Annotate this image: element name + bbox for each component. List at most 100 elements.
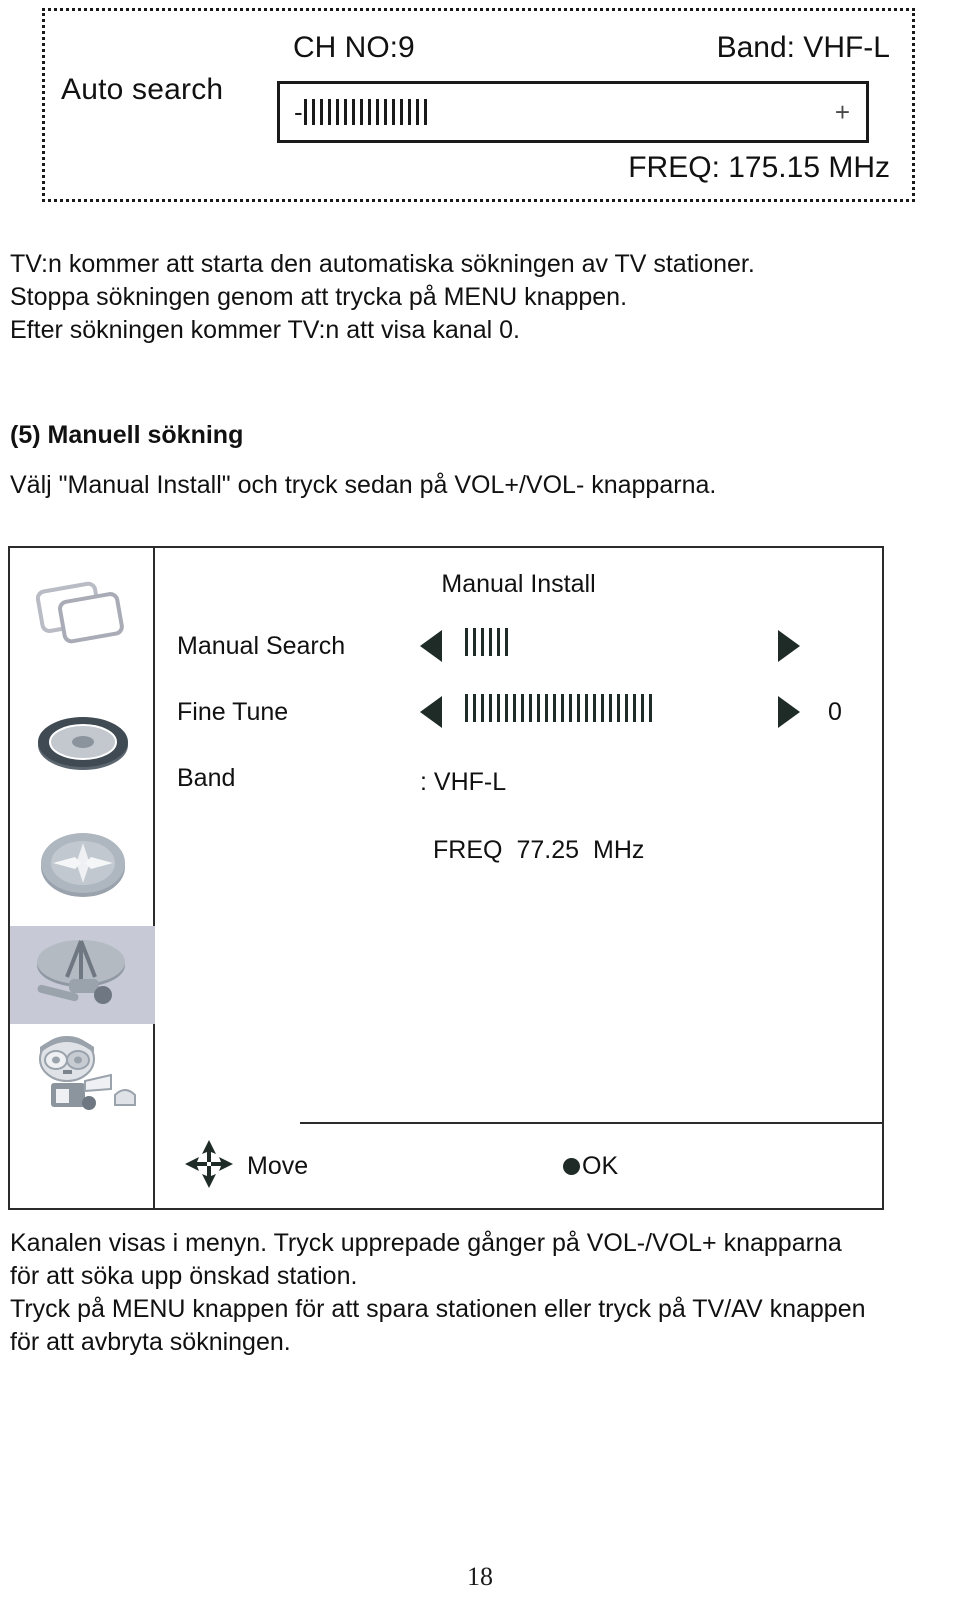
bar-segment [383, 99, 387, 125]
sidebar-item-picture[interactable] [10, 566, 155, 664]
page-number: 18 [467, 1562, 493, 1591]
bar-segment [649, 694, 652, 722]
osd-menu-panel: Manual Install Manual Search Fine Tune 0… [8, 546, 884, 1210]
band-text: Band: VHF-L [716, 31, 890, 64]
osd-row-label-band: Band [177, 764, 236, 792]
bar-segment [537, 694, 540, 722]
manual-search-intro: Välj "Manual Install" och tryck sedan på… [10, 471, 717, 499]
osd-move-label: Move [247, 1152, 309, 1180]
bar-segment [343, 99, 347, 125]
auto-search-osd-frame: Auto search CH NO:9 Band: VHF-L - + FREQ… [42, 8, 915, 202]
auto-search-progress-box: - + [277, 81, 869, 143]
bar-segment [407, 99, 411, 125]
bar-segment [481, 694, 484, 722]
bar-segment [497, 628, 500, 656]
bar-segment [399, 99, 403, 125]
osd-sidebar [10, 548, 155, 1208]
fine-tune-level-bars [465, 694, 657, 722]
move-arrows-icon [183, 1138, 235, 1190]
manual-search-increase-arrow-icon[interactable] [778, 630, 800, 662]
section-heading-manual-search: (5) Manuell sökning [10, 421, 244, 449]
auto-search-description: TV:n kommer att starta den automatiska s… [10, 248, 950, 347]
osd-frequency-unit: MHz [593, 836, 645, 864]
bar-segment [577, 694, 580, 722]
sound-disc-icon [35, 707, 131, 784]
bar-segment [513, 694, 516, 722]
minus-icon: - [294, 97, 303, 127]
manual-search-decrease-arrow-icon[interactable] [420, 630, 442, 662]
manual-search-description-line-3: Tryck på MENU knappen för att spara stat… [10, 1295, 866, 1323]
osd-ok-hint: OK [563, 1152, 618, 1181]
manual-search-description-line-4: för att avbryta sökningen. [10, 1328, 291, 1356]
bar-segment [553, 694, 556, 722]
bar-segment [633, 694, 636, 722]
auto-search-label: Auto search [61, 73, 224, 106]
bar-segment [367, 99, 371, 125]
compass-feature-icon [35, 823, 131, 908]
bar-segment [481, 628, 484, 656]
bar-segment [521, 694, 524, 722]
manual-search-description-line-2: för att söka upp önskad station. [10, 1262, 358, 1290]
sidebar-item-feature[interactable] [10, 816, 155, 914]
manual-search-description-line-1: Kanalen visas i menyn. Tryck upprepade g… [10, 1229, 842, 1257]
bar-segment [585, 694, 588, 722]
bar-segment [561, 694, 564, 722]
sidebar-item-sound[interactable] [10, 696, 155, 794]
bar-segment [423, 99, 427, 125]
bar-segment [505, 694, 508, 722]
auto-search-bar-segments [303, 99, 432, 125]
picture-icon [35, 577, 131, 654]
osd-ok-label: OK [582, 1152, 619, 1180]
bar-segment [391, 99, 395, 125]
bar-segment [465, 628, 468, 656]
bar-segment [327, 99, 331, 125]
bar-segment [569, 694, 572, 722]
bar-segment [489, 694, 492, 722]
osd-row-label-fine-tune: Fine Tune [177, 698, 289, 726]
frequency-readout: FREQ: 175.15 MHz [628, 151, 890, 184]
ok-dot-icon [563, 1158, 580, 1175]
bar-segment [625, 694, 628, 722]
auto-search-progress-bar: - [294, 97, 432, 127]
bar-segment [465, 694, 468, 722]
bar-segment [359, 99, 363, 125]
auto-search-description-line-1: TV:n kommer att starta den automatiska s… [10, 250, 755, 278]
plus-icon: + [834, 97, 850, 127]
bar-segment [375, 99, 379, 125]
auto-search-description-line-2: Stoppa sökningen genom att trycka på MEN… [10, 283, 628, 311]
setup-person-icon [27, 1033, 139, 1118]
bar-segment [351, 99, 355, 125]
bar-segment [609, 694, 612, 722]
osd-content-area: Manual Install Manual Search Fine Tune 0… [155, 548, 882, 1208]
sidebar-item-setup[interactable] [10, 1026, 155, 1124]
sidebar-item-install[interactable] [10, 926, 155, 1024]
osd-footer-divider [300, 1122, 882, 1124]
fine-tune-increase-arrow-icon[interactable] [778, 696, 800, 728]
bar-segment [529, 694, 532, 722]
osd-frequency-readout: FREQ 77.25 MHz [433, 836, 644, 865]
bar-segment [497, 694, 500, 722]
osd-row-label-manual-search: Manual Search [177, 632, 346, 660]
osd-band-value: : VHF-L [420, 768, 507, 796]
bar-segment [473, 694, 476, 722]
channel-number-text: CH NO:9 [293, 31, 415, 64]
bar-segment [473, 628, 476, 656]
bar-segment [489, 628, 492, 656]
bar-segment [641, 694, 644, 722]
osd-frequency-value: 77.25 [516, 836, 580, 864]
bar-segment [303, 99, 307, 125]
bar-segment [319, 99, 323, 125]
bar-segment [505, 628, 508, 656]
manual-search-description: Kanalen visas i menyn. Tryck upprepade g… [10, 1227, 958, 1359]
fine-tune-decrease-arrow-icon[interactable] [420, 696, 442, 728]
satellite-dish-install-icon [31, 931, 135, 1020]
osd-menu-title: Manual Install [441, 570, 596, 598]
bar-segment [311, 99, 315, 125]
bar-segment [617, 694, 620, 722]
bar-segment [601, 694, 604, 722]
auto-search-description-line-3: Efter sökningen kommer TV:n att visa kan… [10, 316, 520, 344]
bar-segment [415, 99, 419, 125]
bar-segment [335, 99, 339, 125]
osd-frequency-label: FREQ [433, 836, 503, 864]
bar-segment [545, 694, 548, 722]
